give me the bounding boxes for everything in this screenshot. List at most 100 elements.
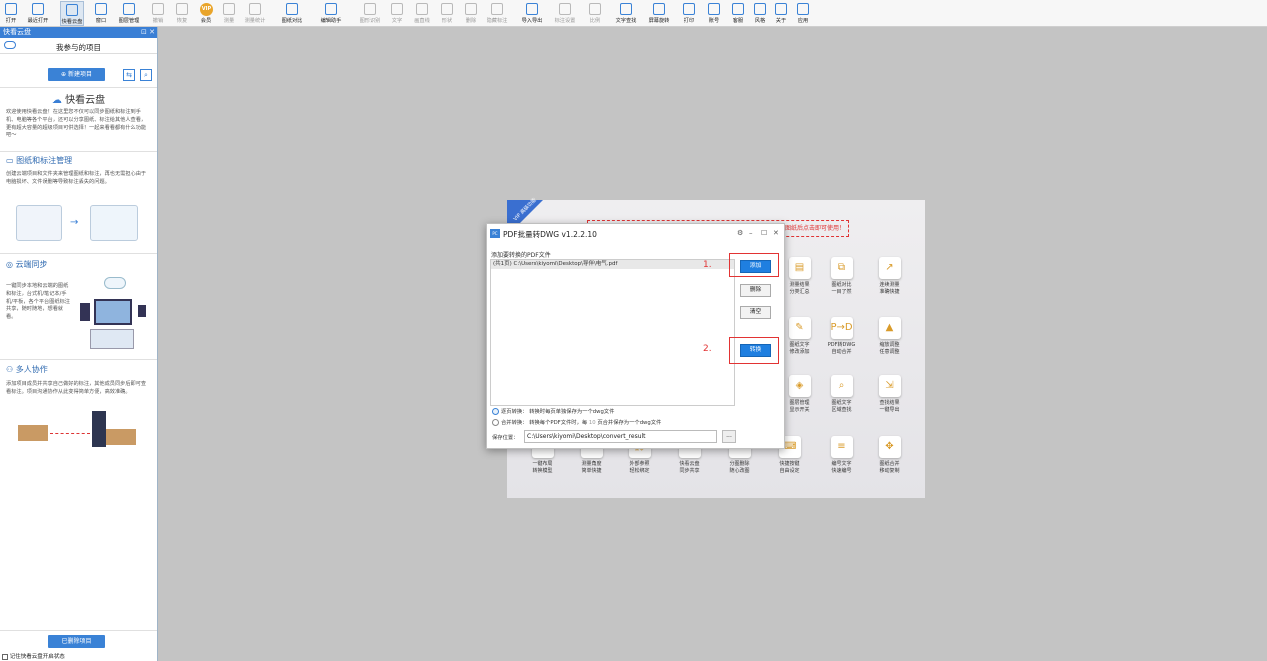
feature-label: 分图删除 随心改图 [729,461,750,474]
toolbar-annotation-settings-button[interactable]: 标注设置 [553,1,577,26]
edit-helper-icon [325,3,337,15]
project-tab-label: 我参与的项目 [56,43,101,52]
settings-icon[interactable]: ⚙ [737,229,743,237]
merge-option[interactable]: 合并转换： 转换每个PDF文件时，每 10 页合并保存为一个dwg文件 [492,418,661,426]
promo-feature-item[interactable]: ≡ 编号文字 快速编号 [819,436,864,476]
convert-button[interactable]: 转换 [740,344,771,357]
feature-icon: ⧉ [830,257,853,279]
vip-icon: VIP [200,3,213,16]
style-icon [754,3,766,15]
toolbar-text-search-button[interactable]: 文字查找 [614,1,638,26]
drawings-illustration: → [12,199,142,245]
feature-label: 查找结果 一键导出 [879,400,900,413]
feature-label: 编号文字 快速编号 [831,461,852,474]
step1-number: 1. [703,260,712,270]
checkbox-box[interactable] [2,653,8,660]
erase-icon [465,3,477,15]
save-path-field[interactable]: C:\Users\kiyomi\Desktop\convert_result [524,430,717,443]
minimize-button[interactable]: – [749,229,753,237]
promo-feature-item[interactable]: P→D PDF转DWG 自动合并 [819,317,864,357]
account-icon [708,3,720,15]
toolbar-measure-stats-button[interactable]: 测量统计 [243,1,267,26]
promo-feature-item[interactable]: ⇲ 查找结果 一键导出 [867,375,912,415]
feature-icon: ↗ [878,257,901,279]
feature-label: 连续测量 准确快捷 [879,282,900,295]
main-toolbar: 打开 最近打开 快看云盘 窗口 图层管理 撤销 恢复 VIP 会员 测量 测量统计 图纸对比 编辑助手图… [0,0,1267,27]
clear-button[interactable]: 清空 [740,306,771,319]
browse-button[interactable]: ... [722,430,736,443]
radio-unselected[interactable] [492,419,499,426]
text-search-icon [620,3,632,15]
toolbar-scale-button[interactable]: 比例 [583,1,607,26]
about-icon [775,3,787,15]
section-collab-text: 添加项目成员并共享自己做好的标注，其他成员同步后即可查看标注。项目沟通协作从此变… [6,381,147,395]
section-drawings-text: 创建云端项目和文件夹来管理图纸和标注，再也无需担心由于电脑损坏、文件误删等导致标… [6,171,147,185]
section-collab-title: ⚇ 多人协作 [6,365,48,374]
save-location-label: 保存位置： [492,435,519,441]
sidebar-title-bar: 快看云盘 ⊡ ✕ [0,27,157,38]
toolbar-cloud-button[interactable]: 快看云盘 [60,1,84,26]
section-drawings-title: ▭ 图纸和标注管理 [6,156,73,165]
toolbar-layers-button[interactable]: 图层管理 [117,1,141,26]
shape-icon [441,3,453,15]
toolbar-rotate-button[interactable]: 屏幕旋转 [647,1,671,26]
merge-page-count[interactable]: 10 [589,420,596,426]
promo-feature-item[interactable]: ✥ 图纸合并 移动复制 [867,436,912,476]
feature-icon: ⌕ [830,375,853,397]
pdf-to-dwg-dialog: PC PDF批量转DWG v1.2.2.10 ⚙ – ☐ ✕ 添加要转换的PDF… [486,223,785,449]
feature-label: 快捷按键 自由设定 [779,461,800,474]
toolbar-compare-button[interactable]: 图纸对比 [280,1,304,26]
folder-icon [5,3,17,15]
file-list[interactable]: (共1页) C:\Users\kiyomi\Desktop\导伴\电气.pdf [490,259,735,406]
toolbar-edit-helper-button[interactable]: 编辑助手 [319,1,343,26]
search-icon[interactable]: ⌕ [140,69,152,81]
toolbar-recent-button[interactable]: 最近打开 [26,1,50,26]
toolbar-label: 编辑助手 [320,18,342,24]
feature-label: 图纸合并 移动复制 [879,461,900,474]
promo-feature-item[interactable]: ⧉ 图纸对比 一目了然 [819,257,864,297]
feature-icon: ✎ [788,317,811,339]
feature-label: 缩放调整 任意调整 [879,342,900,355]
maximize-button[interactable]: ☐ [761,229,767,237]
delete-button[interactable]: 删除 [740,284,771,297]
add-button[interactable]: 添加 [740,260,771,273]
toolbar-import-export-button[interactable]: 导入导出 [520,1,544,26]
feature-icon: ≡ [830,436,853,458]
apps-icon [797,3,809,15]
sidebar-window-buttons[interactable]: ⊡ ✕ [141,27,155,38]
file-row[interactable]: (共1页) C:\Users\kiyomi\Desktop\导伴\电气.pdf [491,260,734,269]
promo-feature-item[interactable]: ⌕ 图纸文字 区域查找 [819,375,864,415]
recent-icon [32,3,44,15]
sidebar-title: 快看云盘 [3,28,31,36]
project-tab[interactable]: 我参与的项目 [0,38,157,54]
deleted-projects-button[interactable]: 已删除项目 [48,635,105,648]
undo-icon [152,3,164,15]
import-export-icon [526,3,538,15]
page-by-page-option[interactable]: 逐页转换： 转换时每页单独保存为一个dwg文件 [492,407,614,415]
toolbar-label: 导入导出 [521,18,543,24]
radio-selected[interactable] [492,408,499,415]
feature-label: 快看云盘 同步共享 [679,461,700,474]
close-button[interactable]: ✕ [773,229,779,237]
promo-feature-item[interactable]: ↗ 连续测量 准确快捷 [867,257,912,297]
feature-icon: ⇲ [878,375,901,397]
toolbar-window-button[interactable]: 窗口 [89,1,113,26]
section-sync-text: 一键同步本地和云端的图纸和标注，台式机/笔记本/手机/平板，各个平台图纸标注共享… [6,283,70,321]
app-logo-icon: PC [490,229,500,238]
sync-illustration [78,275,152,355]
step2-number: 2. [703,344,712,354]
line-icon [416,3,428,15]
remember-state-checkbox[interactable]: 记住快看云盘开启状态 [2,652,65,660]
window-icon [95,3,107,15]
toolbar-label: 最近打开 [27,18,49,24]
toolbar-apps-button[interactable]: 应用 [791,1,815,26]
measure-stats-icon [249,3,261,15]
dialog-title: PDF批量转DWG v1.2.2.10 [503,230,597,239]
toolbar-hide-annotation-button[interactable]: 隐藏标注 [485,1,509,26]
cloud-icon [66,4,78,16]
promo-feature-item[interactable]: ▲ 缩放调整 任意调整 [867,317,912,357]
new-project-button[interactable]: ⊕ 新建项目 [48,68,105,81]
recognize-icon [364,3,376,15]
sync-icon[interactable]: ⇆ [123,69,135,81]
feature-label: PDF转DWG 自动合并 [827,342,856,355]
